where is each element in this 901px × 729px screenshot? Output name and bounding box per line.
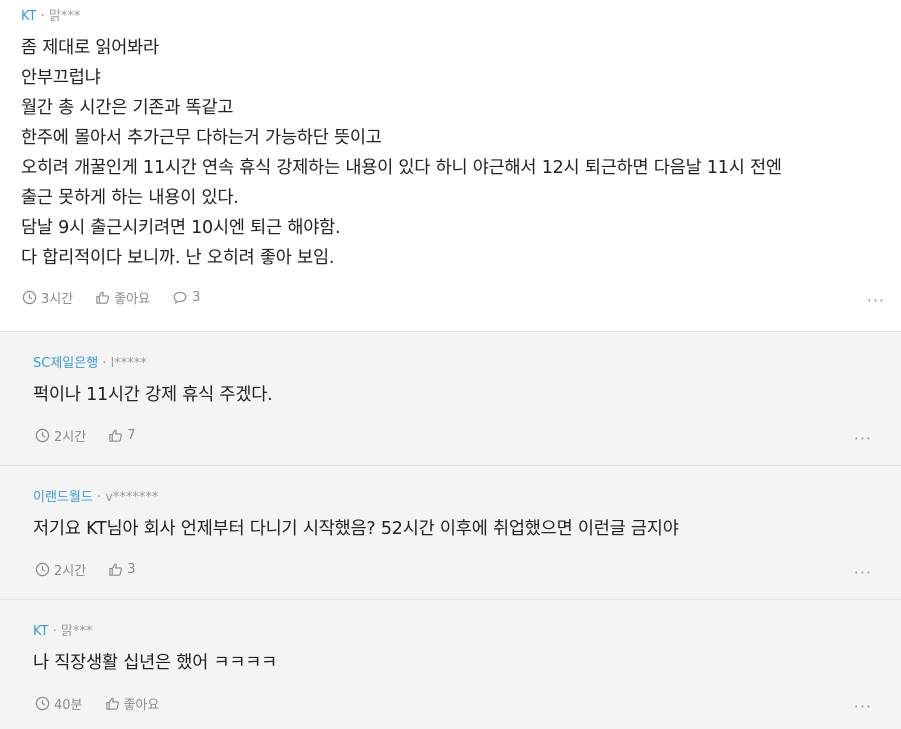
comment-line: 출근 못하게 하는 내용이 있다. <box>21 188 239 208</box>
clock-icon <box>35 428 50 443</box>
like-button[interactable]: 좋아요 <box>95 288 150 307</box>
company-name[interactable]: SC제일은행 <box>33 356 98 371</box>
comment-line: 오히려 개꿀인게 11시간 연속 휴식 강제하는 내용이 있다 하니 야근해서 … <box>21 158 782 178</box>
timestamp: 2시간 <box>35 560 86 579</box>
reply-text: 나 직장생활 십년은 했어 ㅋㅋㅋㅋ <box>33 653 278 673</box>
comment-meta: KT · 맑*** <box>33 620 92 639</box>
clock-icon <box>35 562 50 577</box>
time-label: 40분 <box>54 698 83 713</box>
company-name[interactable]: 이랜드월드 <box>33 490 93 505</box>
like-button[interactable]: 3 <box>108 562 135 577</box>
meta-separator: · <box>36 9 49 24</box>
comment-line: 좀 제대로 읽어봐라 <box>21 38 159 58</box>
comment-line: 다 합리적이다 보니까. 난 오히려 좋아 보임. <box>21 248 335 268</box>
time-label: 2시간 <box>54 564 87 579</box>
more-dots-icon[interactable]: ··· <box>854 431 872 447</box>
comment-line: 월간 총 시간은 기존과 똑같고 <box>21 98 234 118</box>
author-name: v******* <box>105 490 159 505</box>
thumbs-up-icon <box>109 429 123 442</box>
comment-meta: SC제일은행 · l***** <box>33 352 147 371</box>
reply-comment: KT · 맑*** 나 직장생활 십년은 했어 ㅋㅋㅋㅋ 40분 좋아요 ··· <box>0 600 901 729</box>
reply-text: 퍽이나 11시간 강제 휴식 주겠다. <box>33 385 273 405</box>
comment-actions: 3시간 좋아요 3 <box>22 288 222 307</box>
comment-line: 담날 9시 출근시키려면 10시엔 퇴근 해야함. <box>21 218 341 238</box>
comment-line: 안부끄럽냐 <box>21 68 101 88</box>
more-dots-icon[interactable]: ··· <box>854 699 872 715</box>
more-dots-icon[interactable]: ··· <box>867 293 885 309</box>
reply-count: 3 <box>192 290 201 305</box>
speech-bubble-icon <box>173 291 187 304</box>
thumbs-up-icon <box>105 697 119 710</box>
author-name: l***** <box>110 356 147 371</box>
thumbs-up-icon <box>109 563 123 576</box>
time-label: 3시간 <box>41 292 74 307</box>
comment-line: 한주에 몰아서 추가근무 다하는거 가능하단 뜻이고 <box>21 128 382 148</box>
meta-separator: · <box>48 624 61 639</box>
like-label: 좋아요 <box>114 292 151 307</box>
reply-text: 저기요 KT님아 회사 언제부터 다니기 시작했음? 52시간 이후에 취업했으… <box>33 519 679 539</box>
like-button[interactable]: 좋아요 <box>105 694 160 713</box>
comment-meta: 이랜드월드 · v******* <box>33 486 158 505</box>
company-name[interactable]: KT <box>21 9 36 24</box>
timestamp: 2시간 <box>35 426 86 445</box>
reply-comment: 이랜드월드 · v******* 저기요 KT님아 회사 언제부터 다니기 시작… <box>0 466 901 600</box>
more-dots-icon[interactable]: ··· <box>854 565 872 581</box>
reply-count-button[interactable]: 3 <box>172 290 200 305</box>
company-name[interactable]: KT <box>33 624 48 639</box>
reply-comment: SC제일은행 · l***** 퍽이나 11시간 강제 휴식 주겠다. 2시간 … <box>0 332 901 466</box>
main-comment: KT · 맑*** 좀 제대로 읽어봐라 안부끄럽냐 월간 총 시간은 기존과 … <box>0 0 901 332</box>
like-label: 좋아요 <box>123 698 160 713</box>
thumbs-up-icon <box>96 291 110 304</box>
comment-actions: 2시간 7 <box>35 426 157 445</box>
timestamp: 40분 <box>35 694 83 713</box>
meta-separator: · <box>98 356 111 371</box>
author-name: 맑*** <box>48 9 81 24</box>
clock-icon <box>22 290 37 305</box>
time-label: 2시간 <box>54 430 87 445</box>
timestamp: 3시간 <box>22 288 73 307</box>
meta-separator: · <box>92 490 106 505</box>
comment-actions: 40분 좋아요 <box>35 694 181 713</box>
like-count: 3 <box>127 562 136 577</box>
like-count: 7 <box>127 428 136 443</box>
comment-meta: KT · 맑*** <box>21 5 80 24</box>
comment-body: 좀 제대로 읽어봐라 안부끄럽냐 월간 총 시간은 기존과 똑같고 한주에 몰아… <box>21 33 891 273</box>
like-button[interactable]: 7 <box>108 428 135 443</box>
comment-actions: 2시간 3 <box>35 560 157 579</box>
author-name: 맑*** <box>60 624 93 639</box>
clock-icon <box>35 696 50 711</box>
